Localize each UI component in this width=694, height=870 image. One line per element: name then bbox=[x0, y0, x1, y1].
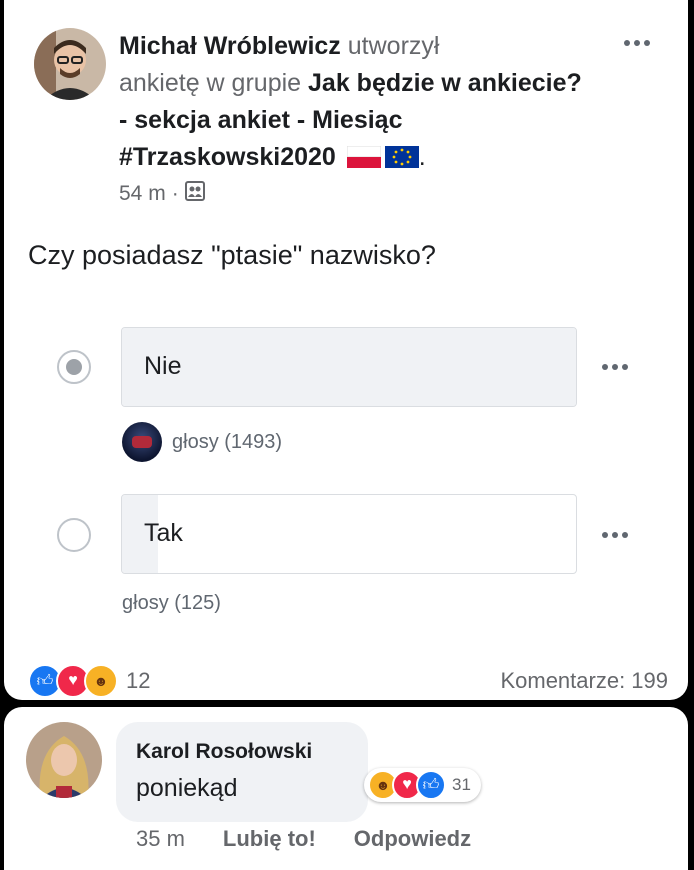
post-footer: 👍︎ ♥ ☻ 12 Komentarze: 199 bbox=[28, 664, 668, 698]
poll-option-votes[interactable]: głosy (125) bbox=[122, 592, 221, 615]
reactions-summary[interactable]: 👍︎ ♥ ☻ 12 bbox=[28, 664, 150, 698]
poll-radio-nie[interactable] bbox=[57, 350, 91, 384]
like-reaction-icon: 👍︎ bbox=[416, 770, 446, 800]
post-action-text-2: ankietę w grupie bbox=[119, 69, 309, 97]
poll-option-nie[interactable]: Nie bbox=[121, 327, 577, 407]
meta-separator: · bbox=[171, 182, 179, 205]
poll-option-label: Tak bbox=[144, 519, 183, 547]
like-comment-button[interactable]: Lubię to! bbox=[223, 826, 316, 852]
post-header: Michał Wróblewicz utworzył ankietę w gru… bbox=[119, 32, 582, 171]
comment-text: poniekąd bbox=[136, 774, 238, 802]
comment-actions: 35 m Lubię to! Odpowiedz bbox=[136, 826, 471, 852]
comment-time[interactable]: 35 m bbox=[136, 826, 185, 852]
comment-reactions[interactable]: ☻ ♥ 👍︎ 31 bbox=[364, 768, 481, 802]
poll-question: Czy posiadasz "ptasie" nazwisko? bbox=[28, 240, 436, 270]
author-avatar[interactable] bbox=[34, 28, 106, 100]
poll-radio-tak[interactable] bbox=[57, 518, 91, 552]
post-card: Michał Wróblewicz utworzył ankietę w gru… bbox=[4, 0, 688, 700]
comments-count[interactable]: Komentarze: 199 bbox=[500, 668, 668, 694]
poll-option-tak[interactable]: Tak bbox=[121, 494, 577, 574]
poll-option-more-icon[interactable] bbox=[602, 364, 628, 370]
votes-count: głosy (125) bbox=[122, 592, 221, 614]
comment-bubble: Karol Rosołowski poniekąd bbox=[116, 722, 368, 822]
reply-comment-button[interactable]: Odpowiedz bbox=[354, 826, 471, 852]
poll-option-label: Nie bbox=[144, 352, 182, 380]
commenter-name[interactable]: Karol Rosołowski bbox=[136, 740, 312, 764]
group-members-icon bbox=[184, 181, 205, 207]
author-name[interactable]: Michał Wróblewicz bbox=[119, 32, 341, 60]
post-more-options-icon[interactable] bbox=[624, 40, 650, 46]
poll-option-fill bbox=[122, 328, 576, 406]
haha-reaction-icon: ☻ bbox=[84, 664, 118, 698]
poland-flag-icon bbox=[346, 142, 382, 168]
voter-avatar[interactable] bbox=[122, 422, 162, 462]
comment-reactions-count: 31 bbox=[452, 775, 471, 794]
post-action-text: utworzył bbox=[340, 32, 440, 60]
post-meta: 54 m · bbox=[119, 181, 205, 207]
reactions-count: 12 bbox=[126, 668, 151, 693]
poll-option-votes[interactable]: głosy (1493) bbox=[122, 422, 282, 462]
poll-option-more-icon[interactable] bbox=[602, 532, 628, 538]
commenter-avatar[interactable] bbox=[26, 722, 102, 798]
post-time[interactable]: 54 m bbox=[119, 182, 166, 206]
votes-count: głosy (1493) bbox=[172, 430, 283, 453]
eu-flag-icon bbox=[384, 142, 419, 168]
